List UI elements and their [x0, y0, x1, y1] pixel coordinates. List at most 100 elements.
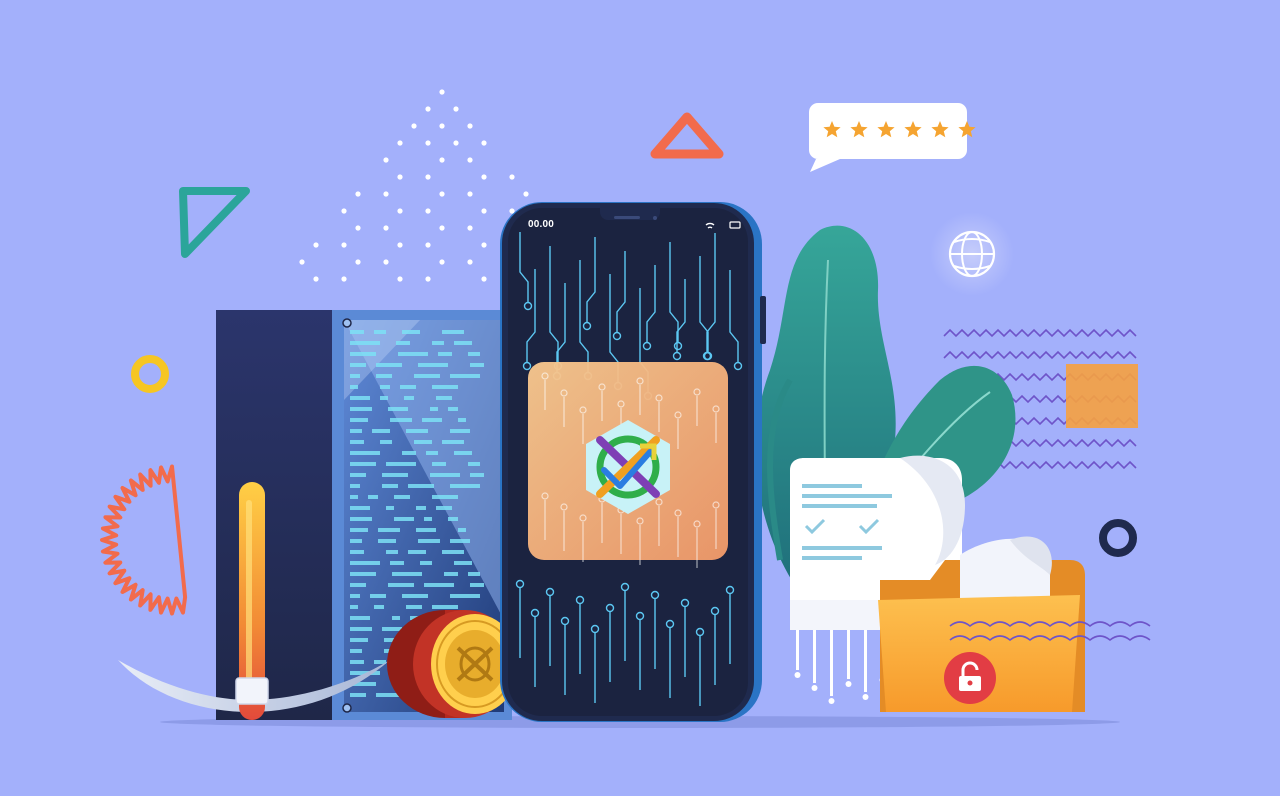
dot	[481, 276, 487, 282]
code-line	[380, 440, 392, 444]
code-line	[350, 693, 366, 697]
dot	[397, 242, 403, 248]
code-line	[350, 407, 372, 411]
code-line	[386, 550, 398, 554]
code-line	[432, 605, 458, 609]
dot	[439, 225, 445, 231]
code-line	[418, 539, 440, 543]
code-line	[396, 341, 410, 345]
dot	[341, 276, 347, 282]
dot	[453, 106, 459, 112]
lock-icon	[944, 652, 996, 704]
code-line	[350, 649, 362, 653]
code-line	[350, 352, 376, 356]
code-line	[432, 462, 446, 466]
code-line	[350, 594, 360, 598]
code-line	[350, 495, 358, 499]
code-line	[436, 506, 452, 510]
shred-dot	[845, 681, 852, 687]
dot	[523, 191, 529, 197]
code-line	[468, 462, 480, 466]
code-line	[414, 374, 440, 378]
globe-icon	[930, 212, 1014, 296]
code-line	[374, 605, 384, 609]
dot	[467, 123, 473, 129]
code-line	[376, 374, 392, 378]
dot	[439, 89, 445, 95]
dot	[481, 242, 487, 248]
code-line	[388, 583, 414, 587]
code-line	[350, 363, 366, 367]
shred-strip	[813, 630, 816, 683]
dot	[439, 157, 445, 163]
dot	[467, 225, 473, 231]
code-line	[350, 473, 366, 477]
code-line	[350, 341, 380, 345]
code-line	[386, 462, 416, 466]
triangle-outline-teal	[179, 187, 250, 258]
code-line	[450, 484, 480, 488]
dot	[481, 140, 487, 146]
code-line	[382, 473, 408, 477]
code-line	[424, 583, 454, 587]
code-line	[432, 495, 458, 499]
dot	[509, 174, 515, 180]
code-line	[454, 341, 472, 345]
code-line	[448, 407, 458, 411]
code-line	[402, 451, 416, 455]
code-line	[408, 550, 426, 554]
code-line	[402, 330, 420, 334]
code-line	[470, 363, 484, 367]
dot	[397, 140, 403, 146]
code-line	[414, 440, 432, 444]
code-line	[350, 550, 364, 554]
dot	[467, 259, 473, 265]
code-line	[378, 528, 400, 532]
code-line	[430, 473, 460, 477]
code-line	[350, 396, 370, 400]
dot	[467, 191, 473, 197]
code-line	[350, 517, 372, 521]
ring-yellow	[131, 355, 169, 393]
code-line	[418, 363, 448, 367]
dot	[425, 106, 431, 112]
dot	[411, 123, 417, 129]
code-line	[380, 396, 388, 400]
code-line	[406, 429, 428, 433]
dot	[383, 191, 389, 197]
code-line	[468, 572, 480, 576]
shred-dot	[862, 694, 869, 700]
code-line	[454, 561, 472, 565]
dot	[383, 157, 389, 163]
shred-strip	[847, 630, 850, 679]
code-line	[350, 616, 370, 620]
shred-dot	[794, 672, 801, 678]
code-line	[470, 583, 484, 587]
code-line	[436, 396, 452, 400]
dot	[341, 208, 347, 214]
shred-strip	[864, 630, 867, 692]
code-line	[454, 451, 472, 455]
code-line	[350, 451, 380, 455]
code-line	[442, 550, 464, 554]
code-line	[432, 385, 458, 389]
dot	[425, 242, 431, 248]
dot	[439, 123, 445, 129]
code-line	[394, 517, 414, 521]
dot	[439, 259, 445, 265]
code-line	[378, 539, 396, 543]
dot	[425, 276, 431, 282]
code-line	[350, 330, 364, 334]
code-line	[442, 440, 464, 444]
orange-square	[1066, 364, 1138, 428]
code-line	[350, 429, 362, 433]
dot	[439, 191, 445, 197]
phone-status-time: 00.00	[528, 219, 555, 230]
shred-dot	[811, 685, 818, 691]
dot	[383, 225, 389, 231]
code-line	[350, 484, 360, 488]
code-line	[350, 462, 376, 466]
code-line	[424, 517, 432, 521]
code-line	[450, 374, 480, 378]
zigzag-line	[943, 328, 1137, 338]
